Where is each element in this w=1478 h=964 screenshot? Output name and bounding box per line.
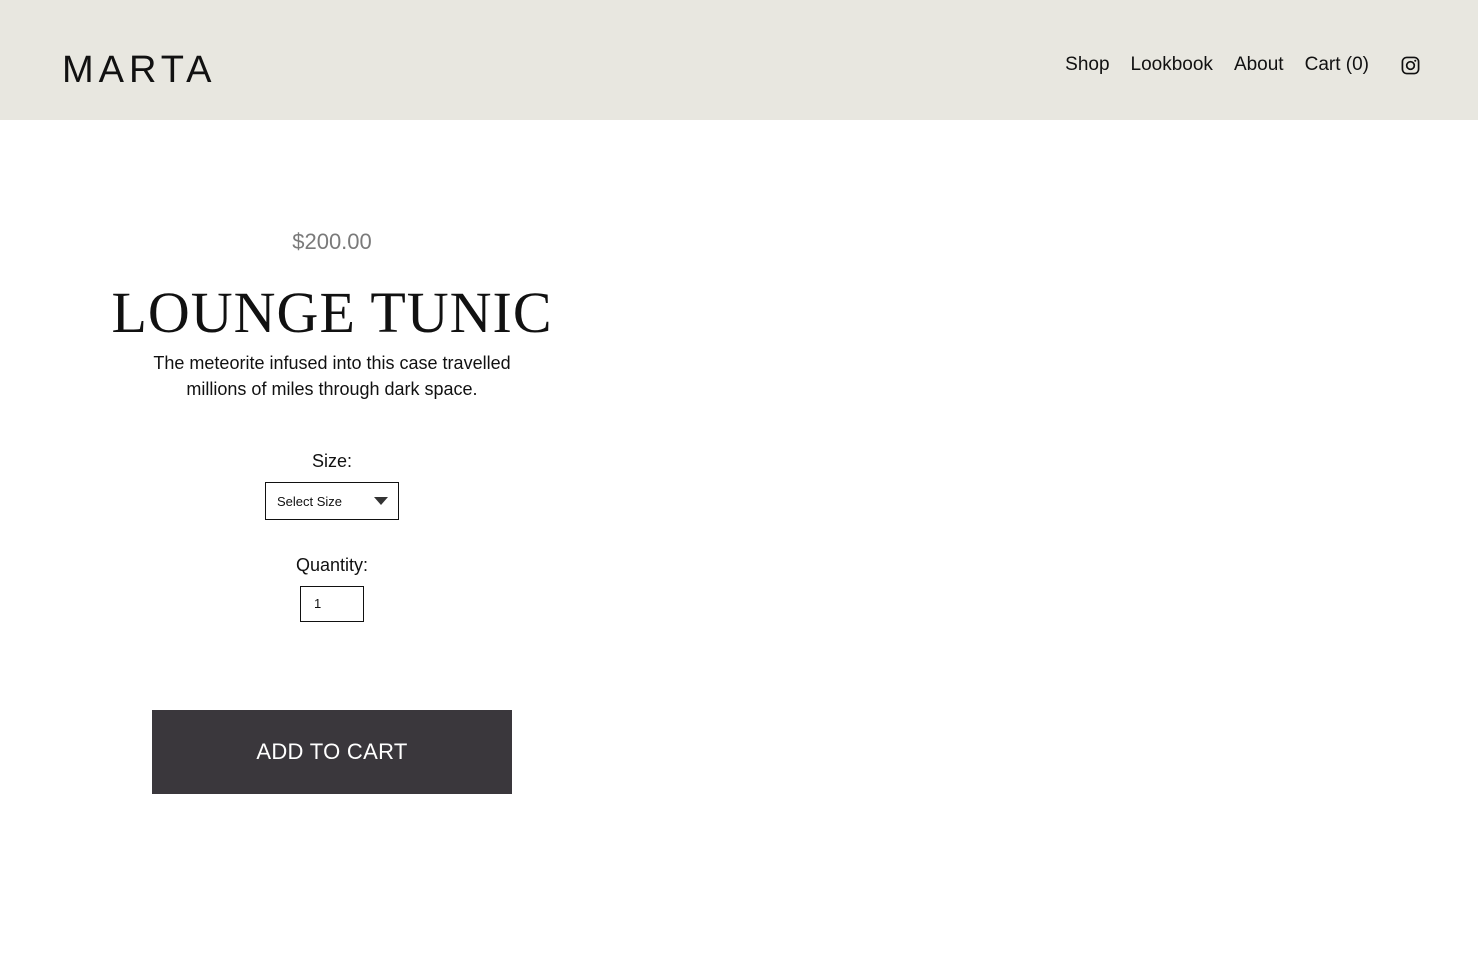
- nav-lookbook-link[interactable]: Lookbook: [1131, 50, 1213, 80]
- nav-shop-link[interactable]: Shop: [1065, 50, 1109, 80]
- quantity-input[interactable]: 1: [300, 586, 364, 622]
- site-header: MARTA Shop Lookbook About Cart (0): [0, 0, 1478, 120]
- add-to-cart-button[interactable]: ADD TO CART: [152, 710, 512, 794]
- main-nav: Shop Lookbook About Cart (0): [1065, 50, 1420, 80]
- nav-cart-link[interactable]: Cart (0): [1305, 50, 1369, 80]
- size-select-value: Select Size: [277, 493, 343, 509]
- product-title: LOUNGE TUNIC: [111, 280, 553, 345]
- product-description: The meteorite infused into this case tra…: [153, 353, 511, 399]
- site-logo[interactable]: MARTA: [62, 48, 217, 92]
- product-price: $200.00: [292, 229, 372, 254]
- size-label: Size:: [311, 451, 353, 471]
- quantity-label: Quantity:: [295, 555, 369, 575]
- chevron-down-icon: [374, 492, 388, 510]
- nav-about-link[interactable]: About: [1234, 50, 1284, 80]
- size-select[interactable]: Select Size: [265, 482, 399, 520]
- product-details: $200.00 LOUNGE TUNIC The meteorite infus…: [100, 222, 564, 622]
- instagram-icon[interactable]: [1400, 55, 1420, 75]
